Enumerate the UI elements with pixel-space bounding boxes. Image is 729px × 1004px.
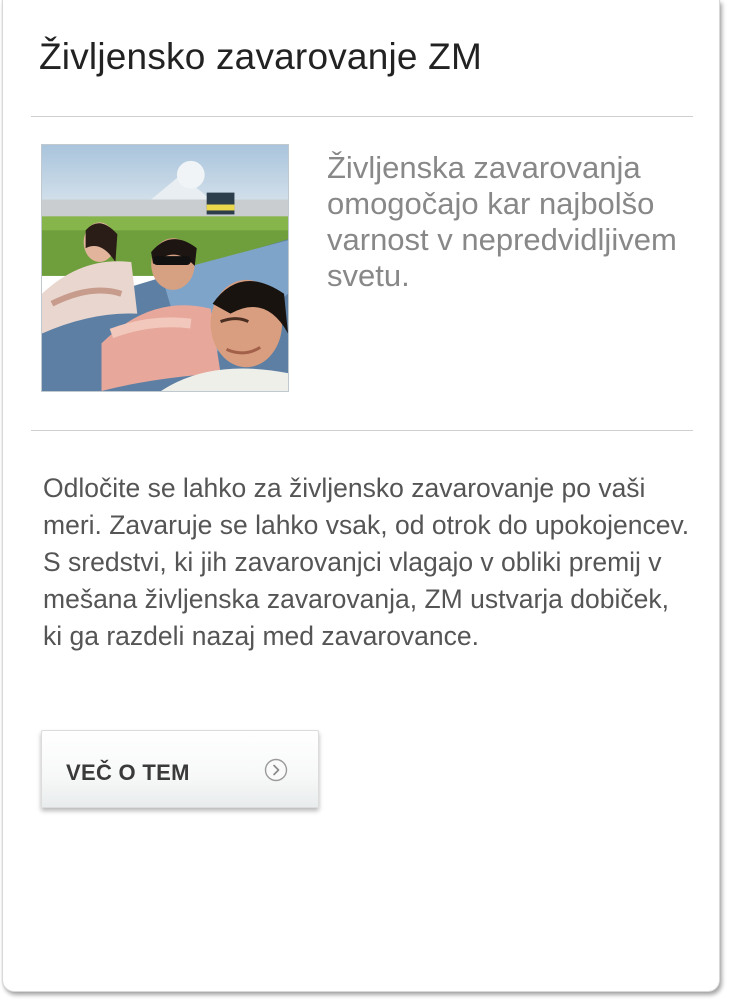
info-card: Življensko zavarovanje ZM Življenska zav…: [2, 0, 720, 992]
intro-text: Življenska zavarovanja omogočajo kar naj…: [327, 150, 677, 293]
title-divider: [31, 116, 693, 117]
people-relaxing-photo: [41, 144, 289, 392]
card-title: Življensko zavarovanje ZM: [39, 36, 482, 77]
more-button-label: VEČ O TEM: [66, 760, 190, 785]
chevron-right-circle-icon: [264, 758, 288, 782]
section-divider: [31, 430, 693, 431]
more-button[interactable]: VEČ O TEM: [41, 730, 319, 808]
body-text: Odločite se lahko za življensko zavarova…: [43, 473, 690, 651]
